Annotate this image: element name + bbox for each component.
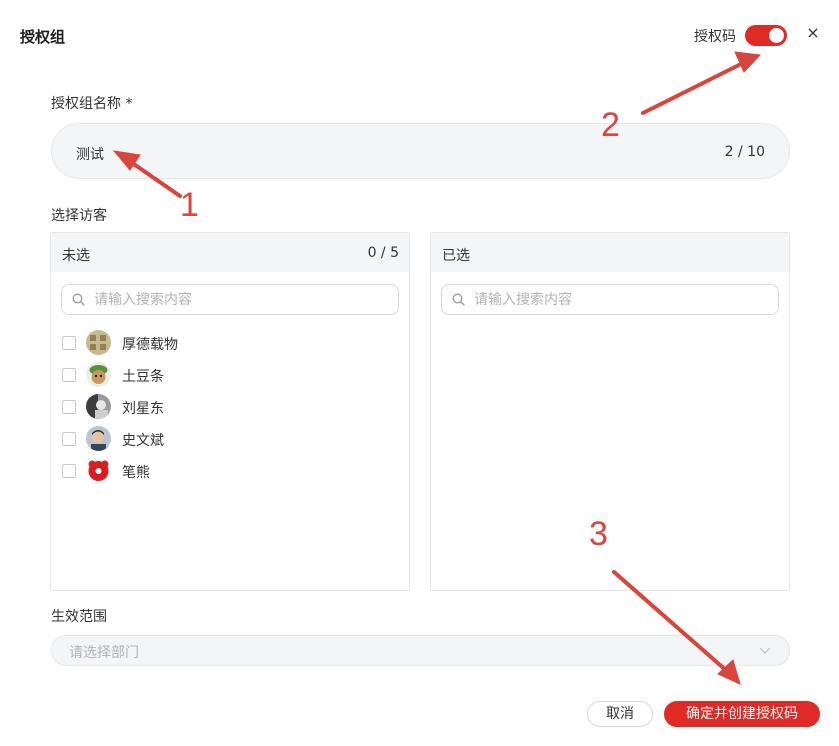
confirm-create-button[interactable]: 确定并创建授权码 [664,701,820,727]
visitor-checkbox[interactable] [62,400,76,414]
annotation-marker-2: 2 [601,106,620,144]
visitor-name: 刘星东 [122,401,164,417]
visitor-name: 史文斌 [122,433,164,449]
visitor-checkbox[interactable] [62,432,76,446]
department-select[interactable]: 请选择部门 [51,635,790,666]
group-name-label: 授权组名称 * [51,96,133,112]
selected-search[interactable] [441,284,779,315]
unselected-search[interactable] [61,284,399,315]
auth-code-toggle-label: 授权码 [694,29,736,45]
unselected-title: 未选 [62,248,90,264]
red-bear-logo-avatar [86,458,111,483]
select-visitors-label: 选择访客 [51,208,107,224]
unselected-count: 0 / 5 [367,245,399,261]
selected-panel-header: 已选 [431,233,789,272]
cancel-button[interactable]: 取消 [587,701,653,727]
selected-title: 已选 [442,248,470,264]
list-item[interactable]: 刘星东 [62,391,392,423]
list-item[interactable]: 厚德载物 [62,327,392,359]
photo-avatar [86,426,111,451]
calligraphy-avatar [86,330,111,355]
visitor-name: 土豆条 [122,369,164,385]
char-counter: 2 / 10 [724,144,765,160]
visitor-checkbox[interactable] [62,368,76,382]
annotation-arrow-2 [641,51,762,115]
list-item[interactable]: 土豆条 [62,359,392,391]
unselected-panel: 未选 0 / 5 厚德载物 [50,232,410,591]
group-name-input[interactable]: 测试 2 / 10 [51,123,790,179]
selected-panel: 已选 [430,232,790,591]
visitor-name: 厚德载物 [122,337,178,353]
search-icon [72,293,85,306]
selected-search-input[interactable] [474,290,764,310]
visitor-checkbox[interactable] [62,336,76,350]
unselected-panel-header: 未选 0 / 5 [51,233,409,272]
search-icon [452,293,465,306]
chevron-down-icon [759,647,771,654]
list-item[interactable]: 史文斌 [62,423,392,455]
dialog-title: 授权组 [20,28,66,46]
photo-avatar [86,394,111,419]
close-icon[interactable]: × [805,24,821,42]
authorization-group-dialog: 授权组 授权码 × 授权组名称 * 测试 2 / 10 选择访客 未选 0 / … [0,0,839,746]
visitor-list: 厚德载物 土豆条 刘星东 史文斌 笔熊 [62,327,392,487]
annotation-marker-3: 3 [589,515,608,553]
annotation-marker-1: 1 [180,186,199,224]
unselected-search-input[interactable] [94,290,384,310]
cartoon-cat-avatar [86,362,111,387]
group-name-value: 测试 [76,147,104,163]
department-select-placeholder: 请选择部门 [69,645,139,661]
auth-code-toggle[interactable] [745,25,787,46]
visitor-checkbox[interactable] [62,464,76,478]
list-item[interactable]: 笔熊 [62,455,392,487]
toggle-knob [769,28,784,43]
effective-scope-label: 生效范围 [51,609,107,625]
visitor-name: 笔熊 [122,465,150,481]
